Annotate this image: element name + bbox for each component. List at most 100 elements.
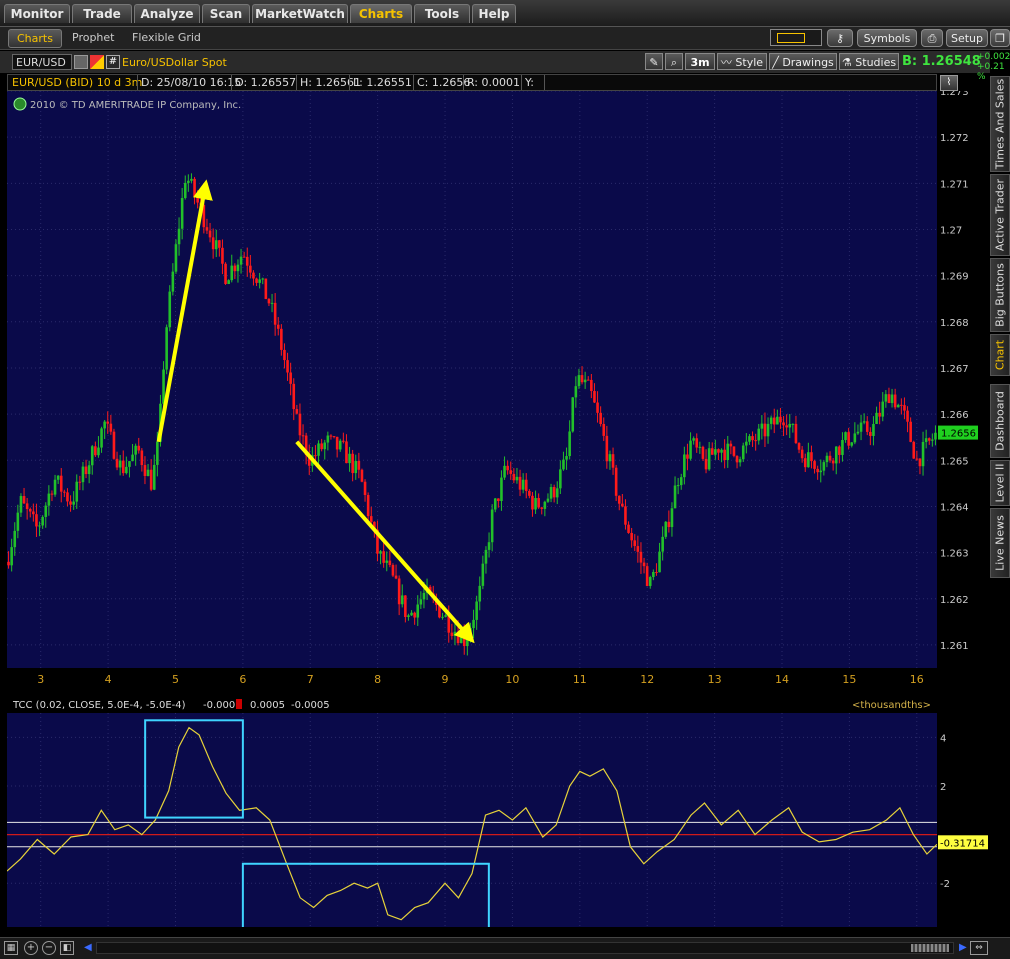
price-tick-label: 1.271 <box>940 179 969 190</box>
timeframe-button[interactable]: 3m <box>685 53 715 70</box>
menu-tab-analyze[interactable]: Analyze <box>134 4 200 23</box>
candle-body <box>555 488 559 498</box>
candle-body <box>208 230 212 238</box>
time-tick-label: 10 <box>505 673 519 686</box>
candle-body <box>878 412 881 417</box>
td-logo-icon <box>13 97 27 111</box>
candle-body <box>862 421 866 423</box>
candle-body <box>552 487 556 498</box>
candle-body <box>565 456 568 460</box>
drawings-button[interactable]: ╱ Drawings <box>769 53 837 70</box>
hash-icon[interactable]: # <box>106 55 120 69</box>
side-tab-times-and-sales[interactable]: Times And Sales <box>990 76 1010 172</box>
candle-body <box>121 460 125 474</box>
menu-tab-trade[interactable]: Trade <box>72 4 132 23</box>
chart-type-icon[interactable]: ⌇ <box>940 75 958 91</box>
symbol-link-icon[interactable] <box>90 55 104 69</box>
candle-body <box>825 455 829 463</box>
subtab-flexible-grid[interactable]: Flexible Grid <box>132 29 201 46</box>
side-tab-active-trader[interactable]: Active Trader <box>990 174 1010 256</box>
candle-body <box>400 595 404 605</box>
symbols-button[interactable]: Symbols <box>857 29 917 47</box>
draw-tool-icon[interactable]: ✎ <box>645 53 663 70</box>
time-tick-label: 6 <box>239 673 246 686</box>
candle-body <box>642 562 646 567</box>
candle-body <box>720 449 723 453</box>
bar-low: L: 1.26551 <box>353 76 412 89</box>
menu-tab-marketwatch[interactable]: MarketWatch <box>252 4 348 23</box>
time-scrollbar[interactable] <box>96 942 954 954</box>
main-menu-bar: Monitor Trade Analyze Scan MarketWatch C… <box>0 0 1010 27</box>
candle-body <box>227 280 230 284</box>
zoom-out-icon[interactable]: − <box>42 941 56 955</box>
side-tab-dashboard[interactable]: Dashboard <box>990 384 1010 458</box>
scroll-left-icon[interactable]: ◀ <box>84 942 92 953</box>
side-tab-level-ii[interactable]: Level II <box>990 460 1010 506</box>
candle-body <box>413 612 416 618</box>
window-icon[interactable]: ❐ <box>990 29 1010 47</box>
candle-body <box>369 516 373 522</box>
side-tab-live-news[interactable]: Live News <box>990 508 1010 578</box>
candle-body <box>515 476 519 481</box>
candle-body <box>754 440 757 442</box>
link-icon[interactable]: ⚷ <box>827 29 853 47</box>
grid-icon[interactable]: ▦ <box>4 941 18 955</box>
candle-body <box>242 256 246 258</box>
color-picker[interactable] <box>770 29 822 46</box>
price-axis: 1.273 1.272 1.271 1.27 1.269 1.268 1.267 1.266 1… <box>937 91 990 668</box>
menu-tab-tools[interactable]: Tools <box>414 4 470 23</box>
menu-tab-scan[interactable]: Scan <box>202 4 250 23</box>
zoom-in-icon[interactable]: + <box>24 941 38 955</box>
subtab-prophet[interactable]: Prophet <box>72 29 115 46</box>
subtab-charts[interactable]: Charts <box>8 29 62 48</box>
candle-body <box>890 394 894 404</box>
price-chart[interactable]: 2010 © TD AMERITRADE IP Company, Inc. <box>7 91 937 668</box>
candle-body <box>831 460 835 464</box>
candle-body <box>44 505 48 517</box>
candle-body <box>490 509 494 543</box>
candle-body <box>444 615 447 617</box>
candle-body <box>521 479 525 490</box>
reset-zoom-icon[interactable]: ◧ <box>60 941 74 955</box>
candle-body <box>813 461 816 469</box>
zoom-tool-icon[interactable]: ⌕ <box>665 53 683 70</box>
symbol-input[interactable]: EUR/USD <box>12 54 72 70</box>
style-button[interactable]: 〰 Style <box>717 53 767 70</box>
candle-body <box>205 227 209 231</box>
scrollbar-thumb[interactable] <box>911 944 949 952</box>
candle-body <box>909 421 912 442</box>
candle-body <box>788 423 792 428</box>
price-chart-background <box>7 91 937 668</box>
candle-body <box>75 481 79 502</box>
time-tick-label: 15 <box>842 673 856 686</box>
side-tab-chart[interactable]: Chart <box>990 334 1010 376</box>
candle-body <box>156 441 159 465</box>
candle-body <box>893 394 897 408</box>
study-value: -0.0003 <box>203 700 242 711</box>
candle-body <box>348 453 351 464</box>
bar-date: D: 25/08/10 16:15 <box>141 76 242 89</box>
menu-tab-charts[interactable]: Charts <box>350 4 412 23</box>
print-icon[interactable]: ⎙ <box>921 29 943 47</box>
candle-body <box>738 459 742 463</box>
candle-body <box>769 417 773 424</box>
candle-body <box>13 530 17 548</box>
candle-body <box>800 449 804 459</box>
candle-body <box>692 438 695 441</box>
setup-button[interactable]: Setup <box>946 29 988 47</box>
candle-body <box>710 448 714 455</box>
studies-button[interactable]: ⚗ Studies <box>839 53 899 70</box>
study-chart[interactable]: TCC (0.02, CLOSE, 5.0E-4, -5.0E-4) -0.00… <box>7 695 937 927</box>
expand-icon[interactable]: ⇔ <box>970 941 988 955</box>
candle-body <box>704 458 708 470</box>
menu-tab-monitor[interactable]: Monitor <box>4 4 70 23</box>
candle-body <box>763 423 767 437</box>
symbol-dropdown-icon[interactable] <box>74 55 88 69</box>
candle-body <box>422 592 426 600</box>
candle-body <box>745 441 748 446</box>
side-tab-big-buttons[interactable]: Big Buttons <box>990 258 1010 332</box>
menu-tab-help[interactable]: Help <box>472 4 516 23</box>
time-tick-label: 5 <box>172 673 179 686</box>
scroll-right-icon[interactable]: ▶ <box>959 942 967 953</box>
price-tick-label: 1.263 <box>940 549 969 560</box>
